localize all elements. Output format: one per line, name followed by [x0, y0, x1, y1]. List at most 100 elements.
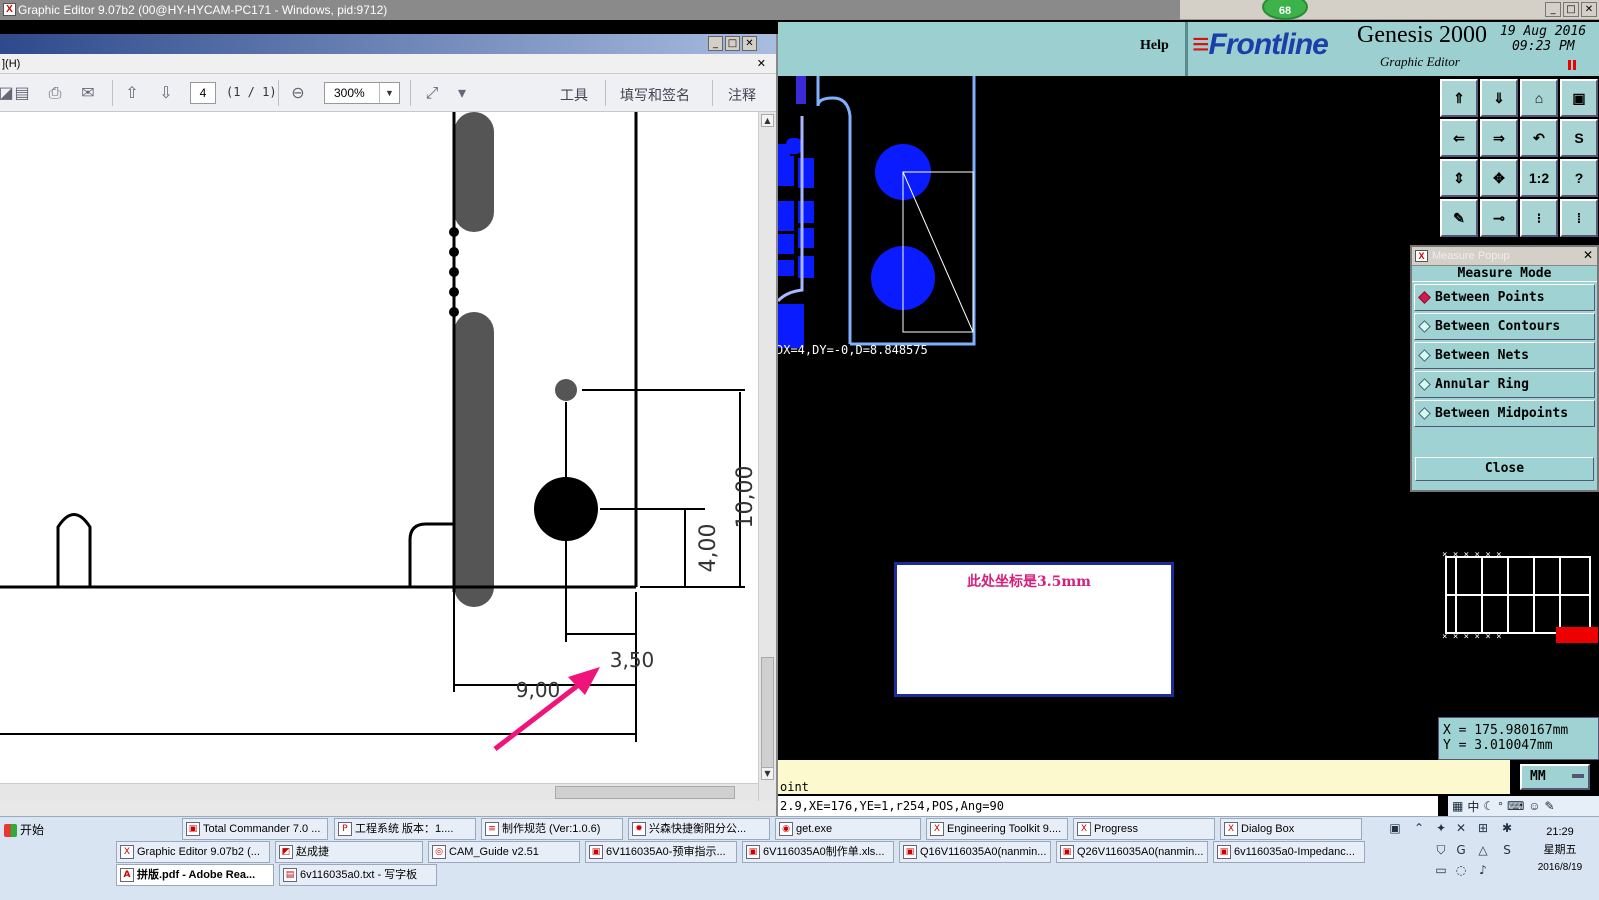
- pdf-minimize-button[interactable]: _: [708, 36, 723, 51]
- unit-toggle-button[interactable]: MM: [1520, 764, 1590, 790]
- maximize-button[interactable]: □: [1563, 2, 1579, 17]
- ime-dots-icon[interactable]: °: [1498, 799, 1503, 813]
- tool-layers-button[interactable]: ⁝: [1520, 199, 1558, 237]
- pdf-doc-close-icon[interactable]: ✕: [757, 54, 766, 74]
- notification-badge[interactable]: 68: [1262, 0, 1308, 20]
- board-minimap[interactable]: × × × × × × × × × × × ×: [1438, 545, 1599, 655]
- task-work-order[interactable]: ▣ 6V116035A0制作单.xls...: [742, 841, 894, 863]
- measure-option-annular-ring[interactable]: Annular Ring: [1414, 371, 1595, 398]
- task-adobe-reader[interactable]: A 拼版.pdf - Adobe Rea...: [116, 864, 274, 886]
- measure-close-button[interactable]: Close: [1415, 457, 1594, 481]
- tool-snap-button[interactable]: S: [1560, 119, 1598, 157]
- tool-scale-button[interactable]: 1:2: [1520, 159, 1558, 197]
- pdf-help-menu[interactable]: ](H): [2, 58, 20, 70]
- fill-sign-link[interactable]: 填写和签名: [620, 85, 690, 105]
- tray-display-icon[interactable]: ▣: [1388, 821, 1402, 835]
- tool-window-button[interactable]: ▣: [1560, 79, 1598, 117]
- task-engineering-toolkit[interactable]: X Engineering Toolkit 9....: [926, 818, 1068, 840]
- measure-option-between-contours[interactable]: Between Contours: [1414, 313, 1595, 340]
- tool-edit-button[interactable]: ✎: [1440, 199, 1478, 237]
- tray-g-icon[interactable]: G: [1454, 843, 1468, 857]
- minimap-viewport[interactable]: [1556, 627, 1598, 643]
- tools-link[interactable]: 工具: [560, 85, 588, 105]
- tool-measure-button[interactable]: ⊸: [1480, 199, 1518, 237]
- task-xingsen[interactable]: ✹ 兴森快捷衡阳分公...: [628, 818, 770, 840]
- measure-option-between-points[interactable]: Between Points: [1414, 284, 1595, 311]
- tray-volume-icon[interactable]: ♪: [1476, 863, 1490, 877]
- task-get-exe[interactable]: ◉ get.exe: [775, 818, 921, 840]
- save-icon[interactable]: ▤: [12, 83, 32, 103]
- tray-s-icon[interactable]: S: [1500, 843, 1514, 857]
- hscroll-thumb[interactable]: [555, 786, 735, 799]
- scroll-down-icon[interactable]: ▼: [761, 767, 774, 780]
- tool-pan-right-button[interactable]: ⇒: [1480, 119, 1518, 157]
- pdf-maximize-button[interactable]: □: [725, 36, 740, 51]
- task-q1[interactable]: ▣ Q16V116035A0(nanmin...: [899, 841, 1051, 863]
- tool-layers-alt-button[interactable]: ⁞: [1560, 199, 1598, 237]
- task-engineering-system[interactable]: P 工程系统 版本：1....: [334, 818, 476, 840]
- next-page-icon[interactable]: ⇩: [156, 83, 176, 103]
- task-wordpad[interactable]: ▤ 6v116035a0.txt - 写字板: [279, 864, 437, 886]
- minimize-button[interactable]: _: [1545, 2, 1561, 17]
- tray-triangle-icon[interactable]: △: [1476, 843, 1490, 857]
- ime-user-icon[interactable]: ☺: [1528, 799, 1540, 813]
- tool-home-button[interactable]: ⌂: [1520, 79, 1558, 117]
- tool-fit-vertical-button[interactable]: ⇕: [1440, 159, 1478, 197]
- prev-page-icon[interactable]: ⇧: [122, 83, 142, 103]
- tray-monitor-icon[interactable]: ▭: [1434, 863, 1448, 877]
- task-pre-review[interactable]: ▣ 6V116035A0-预审指示...: [585, 841, 737, 863]
- help-menu[interactable]: Help: [1140, 38, 1169, 54]
- tray-expand-icon[interactable]: ⌃: [1412, 821, 1426, 835]
- tool-zoom-bottom-button[interactable]: ⇓: [1480, 79, 1518, 117]
- task-graphic-editor[interactable]: X Graphic Editor 9.07b2 (...: [116, 841, 270, 863]
- tool-zoom-top-button[interactable]: ⇑: [1440, 79, 1478, 117]
- zoom-dropdown-icon[interactable]: ▼: [379, 83, 399, 103]
- zoom-select[interactable]: 300% ▼: [324, 82, 400, 104]
- task-impedance[interactable]: ▣ 6v116035a0-Impedanc...: [1213, 841, 1365, 863]
- zoom-out-icon[interactable]: ⊖: [288, 83, 308, 103]
- tray-shield-icon[interactable]: ⛉: [1434, 843, 1448, 857]
- start-button[interactable]: 开始: [2, 819, 52, 841]
- task-q2[interactable]: ▣ Q26V116035A0(nanmin...: [1056, 841, 1208, 863]
- tool-pan-left-button[interactable]: ⇐: [1440, 119, 1478, 157]
- tray-x-icon[interactable]: ✕: [1454, 821, 1468, 835]
- system-clock[interactable]: 21:29 星期五 2016/8/19: [1530, 823, 1590, 877]
- ime-moon-icon[interactable]: ☾: [1483, 799, 1494, 813]
- ime-keyboard-icon[interactable]: ⌨: [1507, 799, 1524, 813]
- pdf-horizontal-scrollbar[interactable]: [0, 783, 758, 801]
- pause-icon[interactable]: [1568, 60, 1576, 70]
- tool-help-button[interactable]: ?: [1560, 159, 1598, 197]
- task-cam-guide[interactable]: ◎ CAM_Guide v2.51: [428, 841, 580, 863]
- tool-center-button[interactable]: ✥: [1480, 159, 1518, 197]
- ime-tool-icon[interactable]: ✎: [1545, 799, 1555, 813]
- measure-option-between-nets[interactable]: Between Nets: [1414, 342, 1595, 369]
- tray-circle-icon[interactable]: ◌: [1454, 863, 1468, 877]
- measure-option-between-midpoints[interactable]: Between Midpoints: [1414, 400, 1595, 427]
- pdf-vertical-scrollbar[interactable]: ▲ ▼: [758, 112, 776, 801]
- pdf-titlebar[interactable]: _ □ ✕: [0, 34, 776, 54]
- email-icon[interactable]: ✉: [78, 83, 98, 103]
- tool-undo-button[interactable]: ↶: [1520, 119, 1558, 157]
- page-number-input[interactable]: 4: [190, 82, 216, 104]
- pdf-page[interactable]: 10,00 4,00 3,50 9,00: [0, 112, 758, 783]
- task-total-commander[interactable]: ▣ Total Commander 7.0 ...: [182, 818, 328, 840]
- task-progress[interactable]: X Progress: [1073, 818, 1215, 840]
- task-zhao[interactable]: ◩ 赵成捷: [275, 841, 423, 863]
- task-dialog-box[interactable]: X Dialog Box: [1220, 818, 1362, 840]
- ime-grid-icon[interactable]: ▦: [1452, 799, 1463, 813]
- ime-lang[interactable]: 中: [1467, 798, 1479, 815]
- tray-bluetooth-icon[interactable]: ✱: [1500, 821, 1514, 835]
- measure-popup-close-icon[interactable]: ✕: [1581, 249, 1595, 263]
- measure-popup-titlebar[interactable]: X Measure Popup ✕: [1412, 247, 1597, 266]
- fit-page-icon[interactable]: ⤢: [422, 83, 442, 103]
- scroll-up-icon[interactable]: ▲: [761, 114, 774, 127]
- pdf-close-button[interactable]: ✕: [742, 36, 757, 51]
- print-icon[interactable]: ⎙: [45, 83, 65, 103]
- task-spec[interactable]: ≡ 制作规范 (Ver:1.0.6): [481, 818, 623, 840]
- more-tools-icon[interactable]: ▾: [452, 83, 472, 103]
- scroll-thumb[interactable]: [761, 657, 774, 777]
- tray-network-icon[interactable]: ⊞: [1476, 821, 1490, 835]
- comment-link[interactable]: 注释: [728, 85, 756, 105]
- tray-app-icon[interactable]: ✦: [1434, 821, 1448, 835]
- close-button[interactable]: ✕: [1581, 2, 1597, 17]
